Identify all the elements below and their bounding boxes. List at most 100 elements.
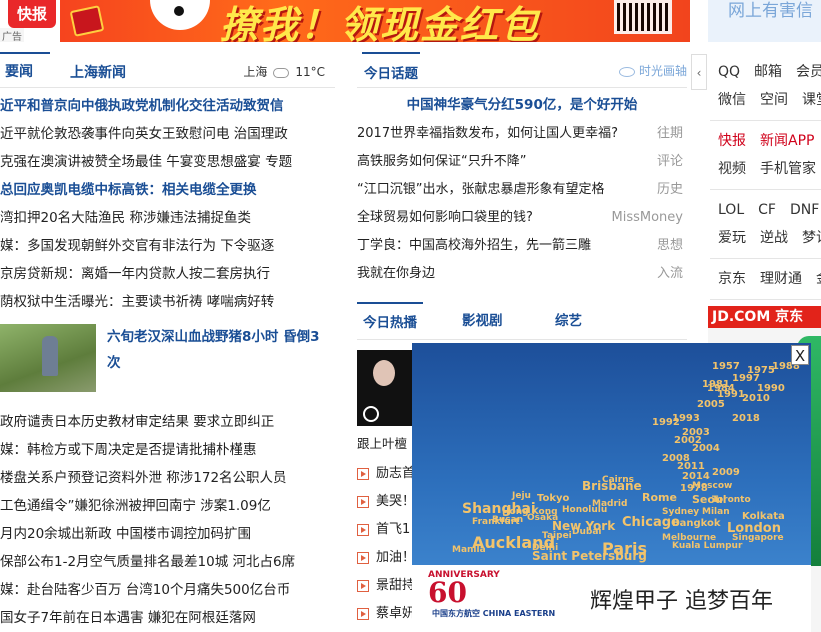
topic-category[interactable]: 评论 xyxy=(657,148,683,176)
tab-tv-drama[interactable]: 影视剧 xyxy=(462,302,503,340)
year-word: 1997 xyxy=(732,373,760,384)
nav-link[interactable]: 快报 xyxy=(718,133,746,149)
top-topic[interactable]: 中国神华豪气分红590亿，是个好开始 xyxy=(357,88,687,120)
topic-item[interactable]: 高铁服务如何保证“只升不降” 评论 xyxy=(357,148,687,176)
news-link[interactable]: 荫权狱中生活曝光：主要读书祈祷 哮喘病好转 xyxy=(0,288,335,316)
city-word: Kolkata xyxy=(742,511,785,522)
news-link[interactable]: 政府谴责日本历史教材审定结果 要求立即纠正 xyxy=(0,408,335,436)
city-word: Frankfurt xyxy=(472,517,520,527)
topic-item[interactable]: 2017世界幸福指数发布，如何让国人更幸福? 往期 xyxy=(357,120,687,148)
news-link[interactable]: 近平和普京向中俄执政党机制化交往活动致贺信 xyxy=(0,92,335,120)
nav-link[interactable]: 逆战 xyxy=(760,230,788,246)
nav-group: 京东理财通金 xyxy=(710,259,821,300)
tab-today-topic[interactable]: 今日话题 xyxy=(362,52,420,88)
nav-link[interactable]: 爱玩 xyxy=(718,230,746,246)
news-link[interactable]: 保部公布1-2月空气质量排名最差10城 河北占6席 xyxy=(0,548,335,576)
topic-category[interactable]: 往期 xyxy=(657,120,683,148)
news-column: 要闻 上海新闻 上海 11°C 近平和普京向中俄执政党机制化交往活动致贺信 近平就伦… xyxy=(0,52,335,632)
nav-link[interactable]: 空间 xyxy=(760,92,788,108)
news-link[interactable]: 近平就伦敦恐袭事件向英女王致慰问电 治国理政 xyxy=(0,120,335,148)
report-banner[interactable]: 网上有害信 xyxy=(708,0,821,42)
weather-city: 上海 xyxy=(243,65,268,79)
nav-link[interactable]: 京东 xyxy=(718,271,746,287)
nav-link[interactable]: 新闻APP xyxy=(760,133,814,149)
topic-title[interactable]: 全球贸易如何影响口袋里的钱? xyxy=(357,210,533,225)
nav-link[interactable]: 视频 xyxy=(718,161,746,177)
news-link[interactable]: 国女子7年前在日本遇害 嫌犯在阿根廷落网 xyxy=(0,604,335,632)
news-link[interactable]: 湾扣押20名大陆渔民 称涉嫌违法捕捉鱼类 xyxy=(0,204,335,232)
popup-ad[interactable]: Brisbane Tokyo Shanghai Rome Chicago Seoul Lon… xyxy=(412,343,811,632)
news-link[interactable]: 媒：韩检方或下周决定是否提请批捕朴槿惠 xyxy=(0,436,335,464)
news-link[interactable]: 媒：多国发现朝鲜外交官有非法行为 下令驱逐 xyxy=(0,232,335,260)
nav-link[interactable]: QQ xyxy=(718,64,740,80)
city-word: Milan xyxy=(702,507,730,517)
top-ad-banner[interactable]: 快报 撩我！领现金红包 广告 xyxy=(0,0,690,42)
topic-title[interactable]: 丁学良：中国高校海外招生，先一箭三雕 xyxy=(357,238,591,253)
topic-item[interactable]: “江口沉银”出水，张献忠暴虐形象有望定格 历史 xyxy=(357,176,687,204)
nav-link[interactable]: 微信 xyxy=(718,92,746,108)
play-bullet-icon xyxy=(357,551,369,564)
news-link[interactable]: 月内20余城出新政 中国楼市调控加码扩围 xyxy=(0,520,335,548)
hot-video-title[interactable]: 景甜持 xyxy=(376,578,415,593)
topic-title[interactable]: 2017世界幸福指数发布，如何让国人更幸福? xyxy=(357,126,618,141)
news-link[interactable]: 克强在澳演讲被赞全场最佳 午宴变思想盛宴 专题 xyxy=(0,148,335,176)
topic-category[interactable]: 思想 xyxy=(657,232,683,260)
tab-hot-today[interactable]: 今日热播 xyxy=(357,302,423,340)
video-thumbnail[interactable] xyxy=(357,350,413,426)
city-word: Taipei xyxy=(542,531,572,541)
topic-category[interactable]: 历史 xyxy=(657,176,683,204)
news-link[interactable]: 总回应奥凯电缆中标高铁：相关电缆全更换 xyxy=(0,176,335,204)
topic-item[interactable]: 丁学良：中国高校海外招生，先一箭三雕 思想 xyxy=(357,232,687,260)
eye-icon xyxy=(618,66,635,77)
sixty-logo: 60 xyxy=(428,576,467,609)
nav-link[interactable]: DNF xyxy=(790,202,819,218)
tab-headlines[interactable]: 要闻 xyxy=(0,52,50,88)
topic-item[interactable]: 我就在你身边 入流 xyxy=(357,260,687,288)
timeline-link[interactable]: 时光画轴 xyxy=(618,62,687,79)
nav-row: QQ 邮箱 会员 xyxy=(718,58,821,86)
topic-title[interactable]: “江口沉银”出水，张献忠暴虐形象有望定格 xyxy=(357,182,604,197)
nav-link[interactable]: 金 xyxy=(816,271,821,287)
news-link[interactable]: 楼盘关系户预登记资料外泄 称涉172名公职人员 xyxy=(0,464,335,492)
city-word: Cairns xyxy=(602,475,634,485)
hot-video-title[interactable]: 首飞1 xyxy=(376,522,410,537)
topic-category[interactable]: 入流 xyxy=(657,260,683,288)
play-icon[interactable] xyxy=(363,406,379,422)
popup-ad-image[interactable]: Brisbane Tokyo Shanghai Rome Chicago Seoul Lon… xyxy=(412,343,811,565)
popup-slogan: 辉煌甲子 追梦百年 xyxy=(590,589,773,614)
hot-video-title[interactable]: 美哭！ xyxy=(376,494,415,509)
nav-link[interactable]: 会员 xyxy=(796,64,821,80)
tab-shanghai-news[interactable]: 上海新闻 xyxy=(70,62,126,82)
nav-link[interactable]: 手机管家 xyxy=(760,161,816,177)
feature-thumbnail[interactable] xyxy=(0,324,96,392)
topic-item[interactable]: 全球贸易如何影响口袋里的钱? MissMoney xyxy=(357,204,687,232)
collapse-arrow-button[interactable]: ‹ xyxy=(691,54,707,90)
nav-link[interactable]: LOL xyxy=(718,202,744,218)
weather-widget[interactable]: 上海 11°C xyxy=(243,63,325,80)
topic-title[interactable]: 我就在你身边 xyxy=(357,266,435,281)
topic-category[interactable]: MissMoney xyxy=(612,204,683,232)
news-link[interactable]: 媒：赴台陆客少百万 台湾10个月痛失500亿台币 xyxy=(0,576,335,604)
nav-group: QQ 邮箱会员微信空间课堂 xyxy=(710,52,821,121)
feature-title[interactable]: 六旬老汉深山血战野猪8小时 昏倒3次 xyxy=(107,324,327,376)
nav-link[interactable]: 理财通 xyxy=(760,271,802,287)
news-link[interactable]: 工色通缉令”嫌犯徐洲被押回南宁 涉案1.09亿 xyxy=(0,492,335,520)
news-link[interactable]: 京房贷新规：离婚一年内贷款人按二套房执行 xyxy=(0,260,335,288)
play-bullet-icon xyxy=(357,579,369,592)
topics-header: 今日话题 时光画轴 xyxy=(357,52,687,88)
play-bullet-icon xyxy=(357,607,369,620)
jd-label: JD.COM 京东 xyxy=(708,306,821,328)
hot-video-title[interactable]: 加油！ xyxy=(376,550,415,565)
hot-video-title[interactable]: 蔡卓妍 xyxy=(376,606,415,621)
nav-group: LOL CF DNF 爱玩逆战梦诛 xyxy=(710,190,821,259)
nav-link[interactable]: CF xyxy=(758,202,776,218)
report-banner-text: 网上有害信 xyxy=(728,1,813,21)
feature-story[interactable]: 六旬老汉深山血战野猪8小时 昏倒3次 xyxy=(0,324,335,402)
nav-link[interactable]: 梦诛 xyxy=(802,230,821,246)
close-button[interactable]: X xyxy=(791,345,809,365)
hot-video-title[interactable]: 励志首 xyxy=(376,466,415,481)
tab-variety[interactable]: 综艺 xyxy=(555,302,582,340)
nav-link[interactable]: 课堂 xyxy=(802,92,821,108)
nav-link[interactable]: 邮箱 xyxy=(754,64,782,80)
topic-title[interactable]: 高铁服务如何保证“只升不降” xyxy=(357,154,526,169)
